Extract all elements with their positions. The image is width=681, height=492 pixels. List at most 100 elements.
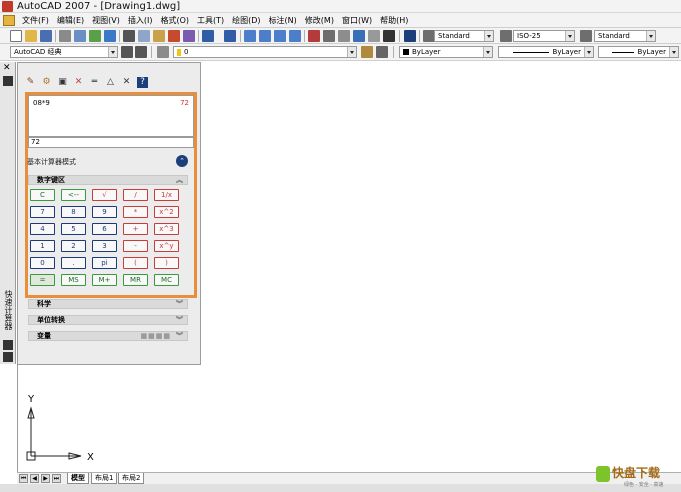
menu-file[interactable]: 文件(F): [18, 13, 53, 28]
paste-icon[interactable]: [153, 30, 165, 42]
help-icon[interactable]: [404, 30, 416, 42]
key-plus[interactable]: +: [123, 223, 148, 235]
key-7[interactable]: 7: [30, 206, 55, 218]
workspace-settings-icon[interactable]: [121, 46, 133, 58]
sheet-set-icon[interactable]: [353, 30, 365, 42]
table-style-icon[interactable]: [580, 30, 592, 42]
save-icon[interactable]: [40, 30, 52, 42]
distance-icon[interactable]: ═: [89, 77, 100, 88]
dim-style-select[interactable]: ISO-25: [513, 30, 575, 42]
print-icon[interactable]: [59, 30, 71, 42]
history-area[interactable]: 08*9 72: [28, 95, 194, 137]
close-icon[interactable]: ✕: [3, 64, 11, 73]
chevron-up-icon[interactable]: ⌃: [176, 155, 188, 167]
menu-insert[interactable]: 插入(I): [124, 13, 157, 28]
key-power[interactable]: x^y: [154, 240, 179, 252]
help-icon[interactable]: ?: [137, 77, 148, 88]
key-9[interactable]: 9: [92, 206, 117, 218]
palette-menu-icon[interactable]: [3, 352, 13, 362]
properties-icon[interactable]: [308, 30, 320, 42]
variable-tools-icon[interactable]: ▦▦▦▦: [141, 332, 171, 340]
make-object-layer-current-icon[interactable]: [361, 46, 373, 58]
key-square[interactable]: x^2: [154, 206, 179, 218]
key-reciprocal[interactable]: 1/x: [154, 189, 179, 201]
get-coordinates-icon[interactable]: ✕: [73, 77, 84, 88]
copy-icon[interactable]: [138, 30, 150, 42]
layer-select[interactable]: 0: [173, 46, 357, 58]
menu-dimension[interactable]: 标注(N): [265, 13, 301, 28]
section-variables[interactable]: 变量 ▦▦▦▦ ︾: [28, 331, 188, 341]
section-numpad[interactable]: 数字键区 ︽: [28, 175, 188, 185]
key-backspace[interactable]: <--: [61, 189, 86, 201]
key-cube[interactable]: x^3: [154, 223, 179, 235]
key-8[interactable]: 8: [61, 206, 86, 218]
key-close-paren[interactable]: ): [154, 257, 179, 269]
key-memory-recall[interactable]: MR: [123, 274, 148, 286]
paste-value-icon[interactable]: ▣: [57, 77, 68, 88]
key-3[interactable]: 3: [92, 240, 117, 252]
key-minus[interactable]: -: [123, 240, 148, 252]
publish-icon[interactable]: [89, 30, 101, 42]
3d-dwf-icon[interactable]: [104, 30, 116, 42]
key-5[interactable]: 5: [61, 223, 86, 235]
document-icon[interactable]: [3, 15, 15, 26]
menu-draw[interactable]: 绘图(D): [228, 13, 264, 28]
prev-tab-icon[interactable]: ◀: [30, 474, 39, 483]
next-tab-icon[interactable]: ▶: [41, 474, 50, 483]
tool-palettes-icon[interactable]: [338, 30, 350, 42]
pan-icon[interactable]: [244, 30, 256, 42]
block-editor-icon[interactable]: [183, 30, 195, 42]
clear-icon[interactable]: ✎: [25, 77, 36, 88]
text-style-select[interactable]: Standard: [434, 30, 494, 42]
redo-icon[interactable]: [224, 30, 236, 42]
menu-window[interactable]: 窗口(W): [338, 13, 376, 28]
first-tab-icon[interactable]: ⏮: [19, 474, 28, 483]
key-decimal[interactable]: .: [61, 257, 86, 269]
print-preview-icon[interactable]: [74, 30, 86, 42]
key-4[interactable]: 4: [30, 223, 55, 235]
key-memory-add[interactable]: M+: [92, 274, 117, 286]
my-workspace-icon[interactable]: [135, 46, 147, 58]
key-open-paren[interactable]: (: [123, 257, 148, 269]
key-2[interactable]: 2: [61, 240, 86, 252]
layer-previous-icon[interactable]: [376, 46, 388, 58]
key-clear[interactable]: C: [30, 189, 55, 201]
key-1[interactable]: 1: [30, 240, 55, 252]
palette-properties-icon[interactable]: [3, 76, 13, 86]
intersection-icon[interactable]: ✕: [121, 77, 132, 88]
key-sqrt[interactable]: √: [92, 189, 117, 201]
menu-tools[interactable]: 工具(T): [193, 13, 228, 28]
tab-layout1[interactable]: 布局1: [91, 473, 118, 484]
key-memory-store[interactable]: MS: [61, 274, 86, 286]
section-science[interactable]: 科学 ︾: [28, 299, 188, 309]
menu-edit[interactable]: 编辑(E): [53, 13, 88, 28]
design-center-icon[interactable]: [323, 30, 335, 42]
open-icon[interactable]: [25, 30, 37, 42]
undo-icon[interactable]: [202, 30, 214, 42]
clear-history-icon[interactable]: ⚙: [41, 77, 52, 88]
layer-manager-icon[interactable]: [157, 46, 169, 58]
menu-format[interactable]: 格式(O): [156, 13, 193, 28]
match-properties-icon[interactable]: [168, 30, 180, 42]
angle-icon[interactable]: △: [105, 77, 116, 88]
calc-input[interactable]: 72: [28, 137, 194, 148]
key-equals[interactable]: =: [30, 274, 55, 286]
linetype-select[interactable]: ByLayer: [498, 46, 594, 58]
key-divide[interactable]: /: [123, 189, 148, 201]
key-memory-clear[interactable]: MC: [154, 274, 179, 286]
tab-layout2[interactable]: 布局2: [118, 473, 145, 484]
zoom-realtime-icon[interactable]: [259, 30, 271, 42]
quickcalc-icon[interactable]: [383, 30, 395, 42]
key-0[interactable]: 0: [30, 257, 55, 269]
last-tab-icon[interactable]: ⏭: [52, 474, 61, 483]
new-icon[interactable]: [10, 30, 22, 42]
workspace-select[interactable]: AutoCAD 经典: [10, 46, 118, 58]
markup-icon[interactable]: [368, 30, 380, 42]
key-pi[interactable]: pi: [92, 257, 117, 269]
cut-icon[interactable]: [123, 30, 135, 42]
table-style-select[interactable]: Standard: [594, 30, 656, 42]
color-select[interactable]: ByLayer: [399, 46, 493, 58]
menu-view[interactable]: 视图(V): [88, 13, 124, 28]
dim-style-icon[interactable]: [500, 30, 512, 42]
section-units[interactable]: 单位转换 ︾: [28, 315, 188, 325]
